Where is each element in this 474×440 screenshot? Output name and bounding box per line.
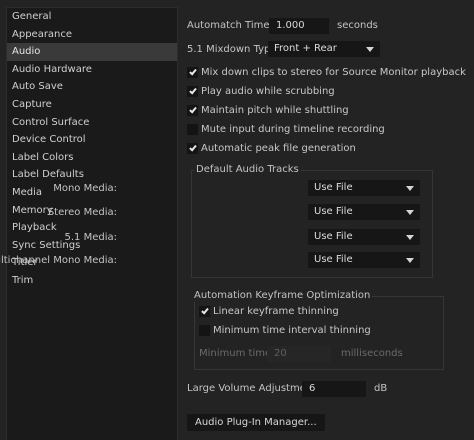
chevron-down-icon bbox=[406, 210, 414, 215]
min-interval-label: Minimum time interval thinning bbox=[213, 325, 371, 336]
mono-media-dropdown[interactable]: Use File bbox=[308, 180, 420, 196]
sidebar-item-auto-save[interactable]: Auto Save bbox=[7, 78, 177, 96]
automatch-time-input[interactable]: 1.000 bbox=[269, 18, 329, 34]
play-audio-scrubbing-checkbox[interactable] bbox=[187, 86, 198, 97]
sidebar-item-trim[interactable]: Trim bbox=[7, 272, 177, 290]
large-volume-input[interactable]: 6 bbox=[302, 381, 366, 397]
checkmark-icon bbox=[189, 86, 197, 95]
auto-peak-file-checkbox[interactable] bbox=[187, 143, 198, 154]
chevron-down-icon bbox=[366, 47, 374, 52]
min-time-input[interactable]: 20 bbox=[267, 346, 331, 362]
mute-input-label: Mute input during timeline recording bbox=[201, 124, 385, 135]
mixdown-stereo-checkbox[interactable] bbox=[187, 67, 198, 78]
chevron-down-icon bbox=[406, 235, 414, 240]
surround-media-dropdown[interactable]: Use File bbox=[308, 229, 420, 245]
sidebar-item-audio[interactable]: Audio bbox=[7, 43, 177, 61]
audio-plugin-manager-button[interactable]: Audio Plug-In Manager... bbox=[187, 414, 325, 431]
sidebar-item-label-defaults[interactable]: Label Defaults bbox=[7, 166, 177, 184]
linear-thinning-checkbox[interactable] bbox=[199, 306, 210, 317]
sidebar-item-device-control[interactable]: Device Control bbox=[7, 131, 177, 149]
sidebar-item-control-surface[interactable]: Control Surface bbox=[7, 114, 177, 132]
sidebar-item-capture[interactable]: Capture bbox=[7, 96, 177, 114]
checkmark-icon bbox=[189, 143, 197, 152]
stereo-media-value: Use File bbox=[314, 206, 353, 217]
multichannel-mono-value: Use File bbox=[314, 254, 353, 265]
surround-media-value: Use File bbox=[314, 231, 353, 242]
automatch-time-unit: seconds bbox=[337, 20, 378, 31]
automatch-time-label: Automatch Time: bbox=[187, 20, 273, 31]
checkmark-icon bbox=[189, 67, 197, 76]
keyframe-optimization-title: Automation Keyframe Optimization bbox=[192, 290, 373, 302]
chevron-down-icon bbox=[406, 186, 414, 191]
chevron-down-icon bbox=[406, 258, 414, 263]
maintain-pitch-label: Maintain pitch while shuttling bbox=[201, 105, 349, 116]
min-time-unit: milliseconds bbox=[341, 348, 403, 359]
large-volume-label: Large Volume Adjustment: bbox=[187, 383, 320, 394]
mixdown-type-label: 5.1 Mixdown Type: bbox=[187, 44, 280, 55]
mono-media-label: Mono Media: bbox=[53, 183, 117, 194]
checkmark-icon bbox=[201, 306, 209, 315]
sidebar-item-label-colors[interactable]: Label Colors bbox=[7, 149, 177, 167]
mono-media-value: Use File bbox=[314, 182, 353, 193]
stereo-media-dropdown[interactable]: Use File bbox=[308, 204, 420, 220]
sidebar-item-appearance[interactable]: Appearance bbox=[7, 26, 177, 44]
maintain-pitch-checkbox[interactable] bbox=[187, 105, 198, 116]
multichannel-mono-dropdown[interactable]: Use File bbox=[308, 252, 420, 268]
preferences-category-list[interactable]: General Appearance Audio Audio Hardware … bbox=[6, 7, 178, 440]
min-interval-checkbox[interactable] bbox=[199, 325, 210, 336]
surround-media-label: 5.1 Media: bbox=[64, 232, 118, 243]
mixdown-stereo-label: Mix down clips to stereo for Source Moni… bbox=[201, 67, 466, 78]
mixdown-type-dropdown[interactable]: Front + Rear bbox=[268, 41, 380, 57]
mixdown-type-value: Front + Rear bbox=[274, 43, 337, 54]
stereo-media-label: Stereo Media: bbox=[47, 207, 117, 218]
auto-peak-file-label: Automatic peak file generation bbox=[201, 143, 356, 154]
mute-input-checkbox[interactable] bbox=[187, 124, 198, 135]
audio-preferences-panel: Automatch Time: 1.000 seconds 5.1 Mixdow… bbox=[0, 0, 474, 440]
linear-thinning-label: Linear keyframe thinning bbox=[213, 306, 339, 317]
min-time-label: Minimum time: bbox=[199, 348, 275, 359]
large-volume-unit: dB bbox=[374, 383, 388, 394]
sidebar-item-audio-hardware[interactable]: Audio Hardware bbox=[7, 61, 177, 79]
checkmark-icon bbox=[189, 105, 197, 114]
multichannel-mono-label: Multichannel Mono Media: bbox=[0, 255, 117, 266]
default-audio-tracks-title: Default Audio Tracks bbox=[194, 164, 301, 176]
play-audio-scrubbing-label: Play audio while scrubbing bbox=[201, 86, 335, 97]
sidebar-item-general[interactable]: General bbox=[7, 8, 177, 26]
